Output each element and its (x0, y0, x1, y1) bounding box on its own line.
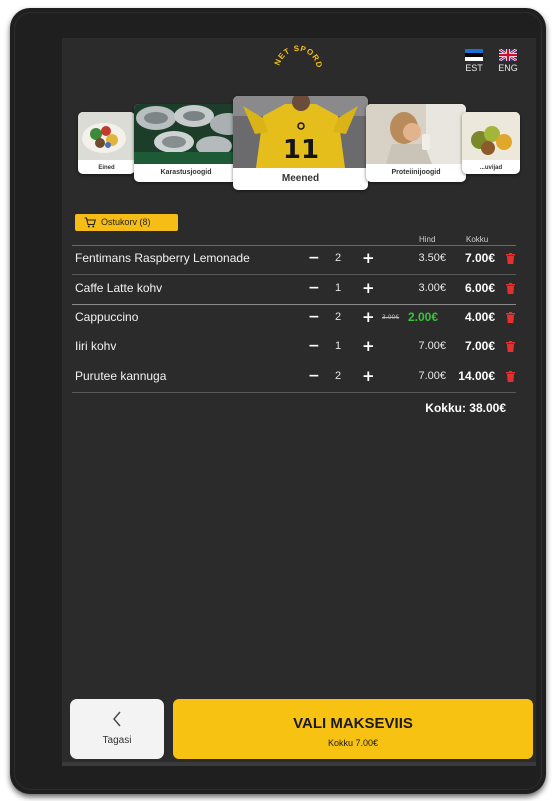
column-header-total: Kokku (466, 235, 489, 244)
item-qty: 2 (335, 370, 342, 382)
item-price: 3.00€ (418, 282, 446, 294)
lang-est-label: EST (465, 63, 483, 73)
item-name: Iiri kohv (75, 339, 117, 353)
item-price: 7.00€ (418, 370, 446, 382)
cart-button-label: Ostukorv (8) (101, 217, 151, 227)
chevron-left-icon (113, 711, 121, 727)
item-price: 3.50€ (418, 252, 446, 264)
category-label: Proteiinijoogid (391, 169, 441, 176)
column-header-price: Hind (419, 235, 436, 244)
lang-eng-button[interactable]: ENG (496, 49, 520, 73)
salad-photo (78, 112, 135, 160)
trash-icon[interactable] (506, 371, 515, 382)
decrease-qty-button[interactable]: − (308, 250, 320, 266)
category-meened[interactable]: 11 Meened (233, 96, 368, 190)
back-button[interactable]: Tagasi (70, 699, 164, 759)
cans-photo (134, 104, 238, 164)
cart-item-row: Fentimans Raspberry Lemonade − 2 + 3.50€… (72, 245, 516, 273)
item-qty: 1 (335, 282, 342, 294)
item-total: 6.00€ (464, 281, 495, 295)
category-label: Meened (281, 173, 320, 184)
item-qty: 2 (335, 311, 342, 323)
trash-icon[interactable] (506, 283, 515, 294)
estonia-flag-icon (465, 49, 483, 61)
category-label: ...uvijad (479, 165, 503, 171)
divider (72, 392, 516, 393)
item-total: 7.00€ (464, 251, 495, 265)
category-proteiinijoogid[interactable]: Proteiinijoogid (366, 104, 466, 182)
category-eined[interactable]: Eined (78, 112, 135, 174)
decrease-qty-button[interactable]: − (308, 338, 320, 354)
shopping-cart-icon (84, 217, 96, 228)
trash-icon[interactable] (506, 341, 515, 352)
item-total: 14.00€ (458, 369, 495, 383)
category-label: Eined (98, 165, 115, 171)
kiosk-screen: NET SPORDIHALL EST ENG (62, 38, 536, 766)
item-qty: 2 (335, 252, 342, 264)
cart-item-row: Caffe Latte kohv − 1 + 3.00€ 6.00€ (72, 275, 516, 303)
choose-payment-button[interactable]: VALI MAKSEVIIS Kokku 7.00€ (173, 699, 533, 759)
item-total: 4.00€ (464, 310, 495, 324)
bottom-strip (62, 762, 536, 766)
category-label: Karastusjoogid (160, 169, 212, 176)
decrease-qty-button[interactable]: − (308, 280, 320, 296)
svg-text:NET SPORDIHALL: NET SPORDIHALL (266, 42, 324, 69)
cart-item-row: Purutee kannuga − 2 + 7.00€ 14.00€ (72, 363, 516, 391)
back-button-label: Tagasi (102, 735, 132, 746)
item-name: Fentimans Raspberry Lemonade (75, 251, 250, 265)
cart-item-row: Cappuccino − 2 + 3.00€ 2.00€ 4.00€ (72, 304, 516, 332)
uk-flag-icon (499, 49, 517, 61)
item-discount-price: 2.00€ (408, 310, 439, 324)
increase-qty-button[interactable]: + (362, 279, 375, 297)
payment-total-label: Kokku 7.00€ (327, 738, 379, 748)
cart-button[interactable]: Ostukorv (8) (75, 214, 178, 231)
woman-drinking-photo (366, 104, 466, 164)
cart-item-row: Iiri kohv − 1 + 7.00€ 7.00€ (72, 333, 516, 361)
tablet-frame: NET SPORDIHALL EST ENG (10, 8, 546, 794)
trash-icon[interactable] (506, 253, 515, 264)
item-name: Cappuccino (75, 310, 139, 324)
increase-qty-button[interactable]: + (362, 367, 375, 385)
item-name: Purutee kannuga (75, 369, 167, 383)
cart-grand-total: Kokku: 38.00€ (425, 401, 506, 415)
svg-text:11: 11 (283, 135, 319, 165)
decrease-qty-button[interactable]: − (308, 309, 320, 325)
trash-icon[interactable] (506, 312, 515, 323)
item-price: 7.00€ (418, 340, 446, 352)
decrease-qty-button[interactable]: − (308, 368, 320, 384)
item-old-price: 3.00€ (382, 314, 400, 321)
item-total: 7.00€ (464, 339, 495, 353)
lang-eng-label: ENG (498, 63, 518, 73)
logo-text: NET SPORDIHALL (266, 42, 323, 69)
item-name: Caffe Latte kohv (75, 281, 163, 295)
fruit-photo (462, 112, 520, 160)
choose-payment-label: VALI MAKSEVIIS (293, 715, 413, 732)
category-puuviljad[interactable]: ...uvijad (462, 112, 520, 174)
net-spordihall-logo: NET SPORDIHALL (266, 42, 324, 69)
increase-qty-button[interactable]: + (362, 249, 375, 267)
increase-qty-button[interactable]: + (362, 337, 375, 355)
lang-est-button[interactable]: EST (462, 49, 486, 73)
item-qty: 1 (335, 340, 342, 352)
jersey-photo: 11 (233, 96, 368, 168)
category-karastusjoogid[interactable]: Karastusjoogid (134, 104, 238, 182)
increase-qty-button[interactable]: + (362, 308, 375, 326)
